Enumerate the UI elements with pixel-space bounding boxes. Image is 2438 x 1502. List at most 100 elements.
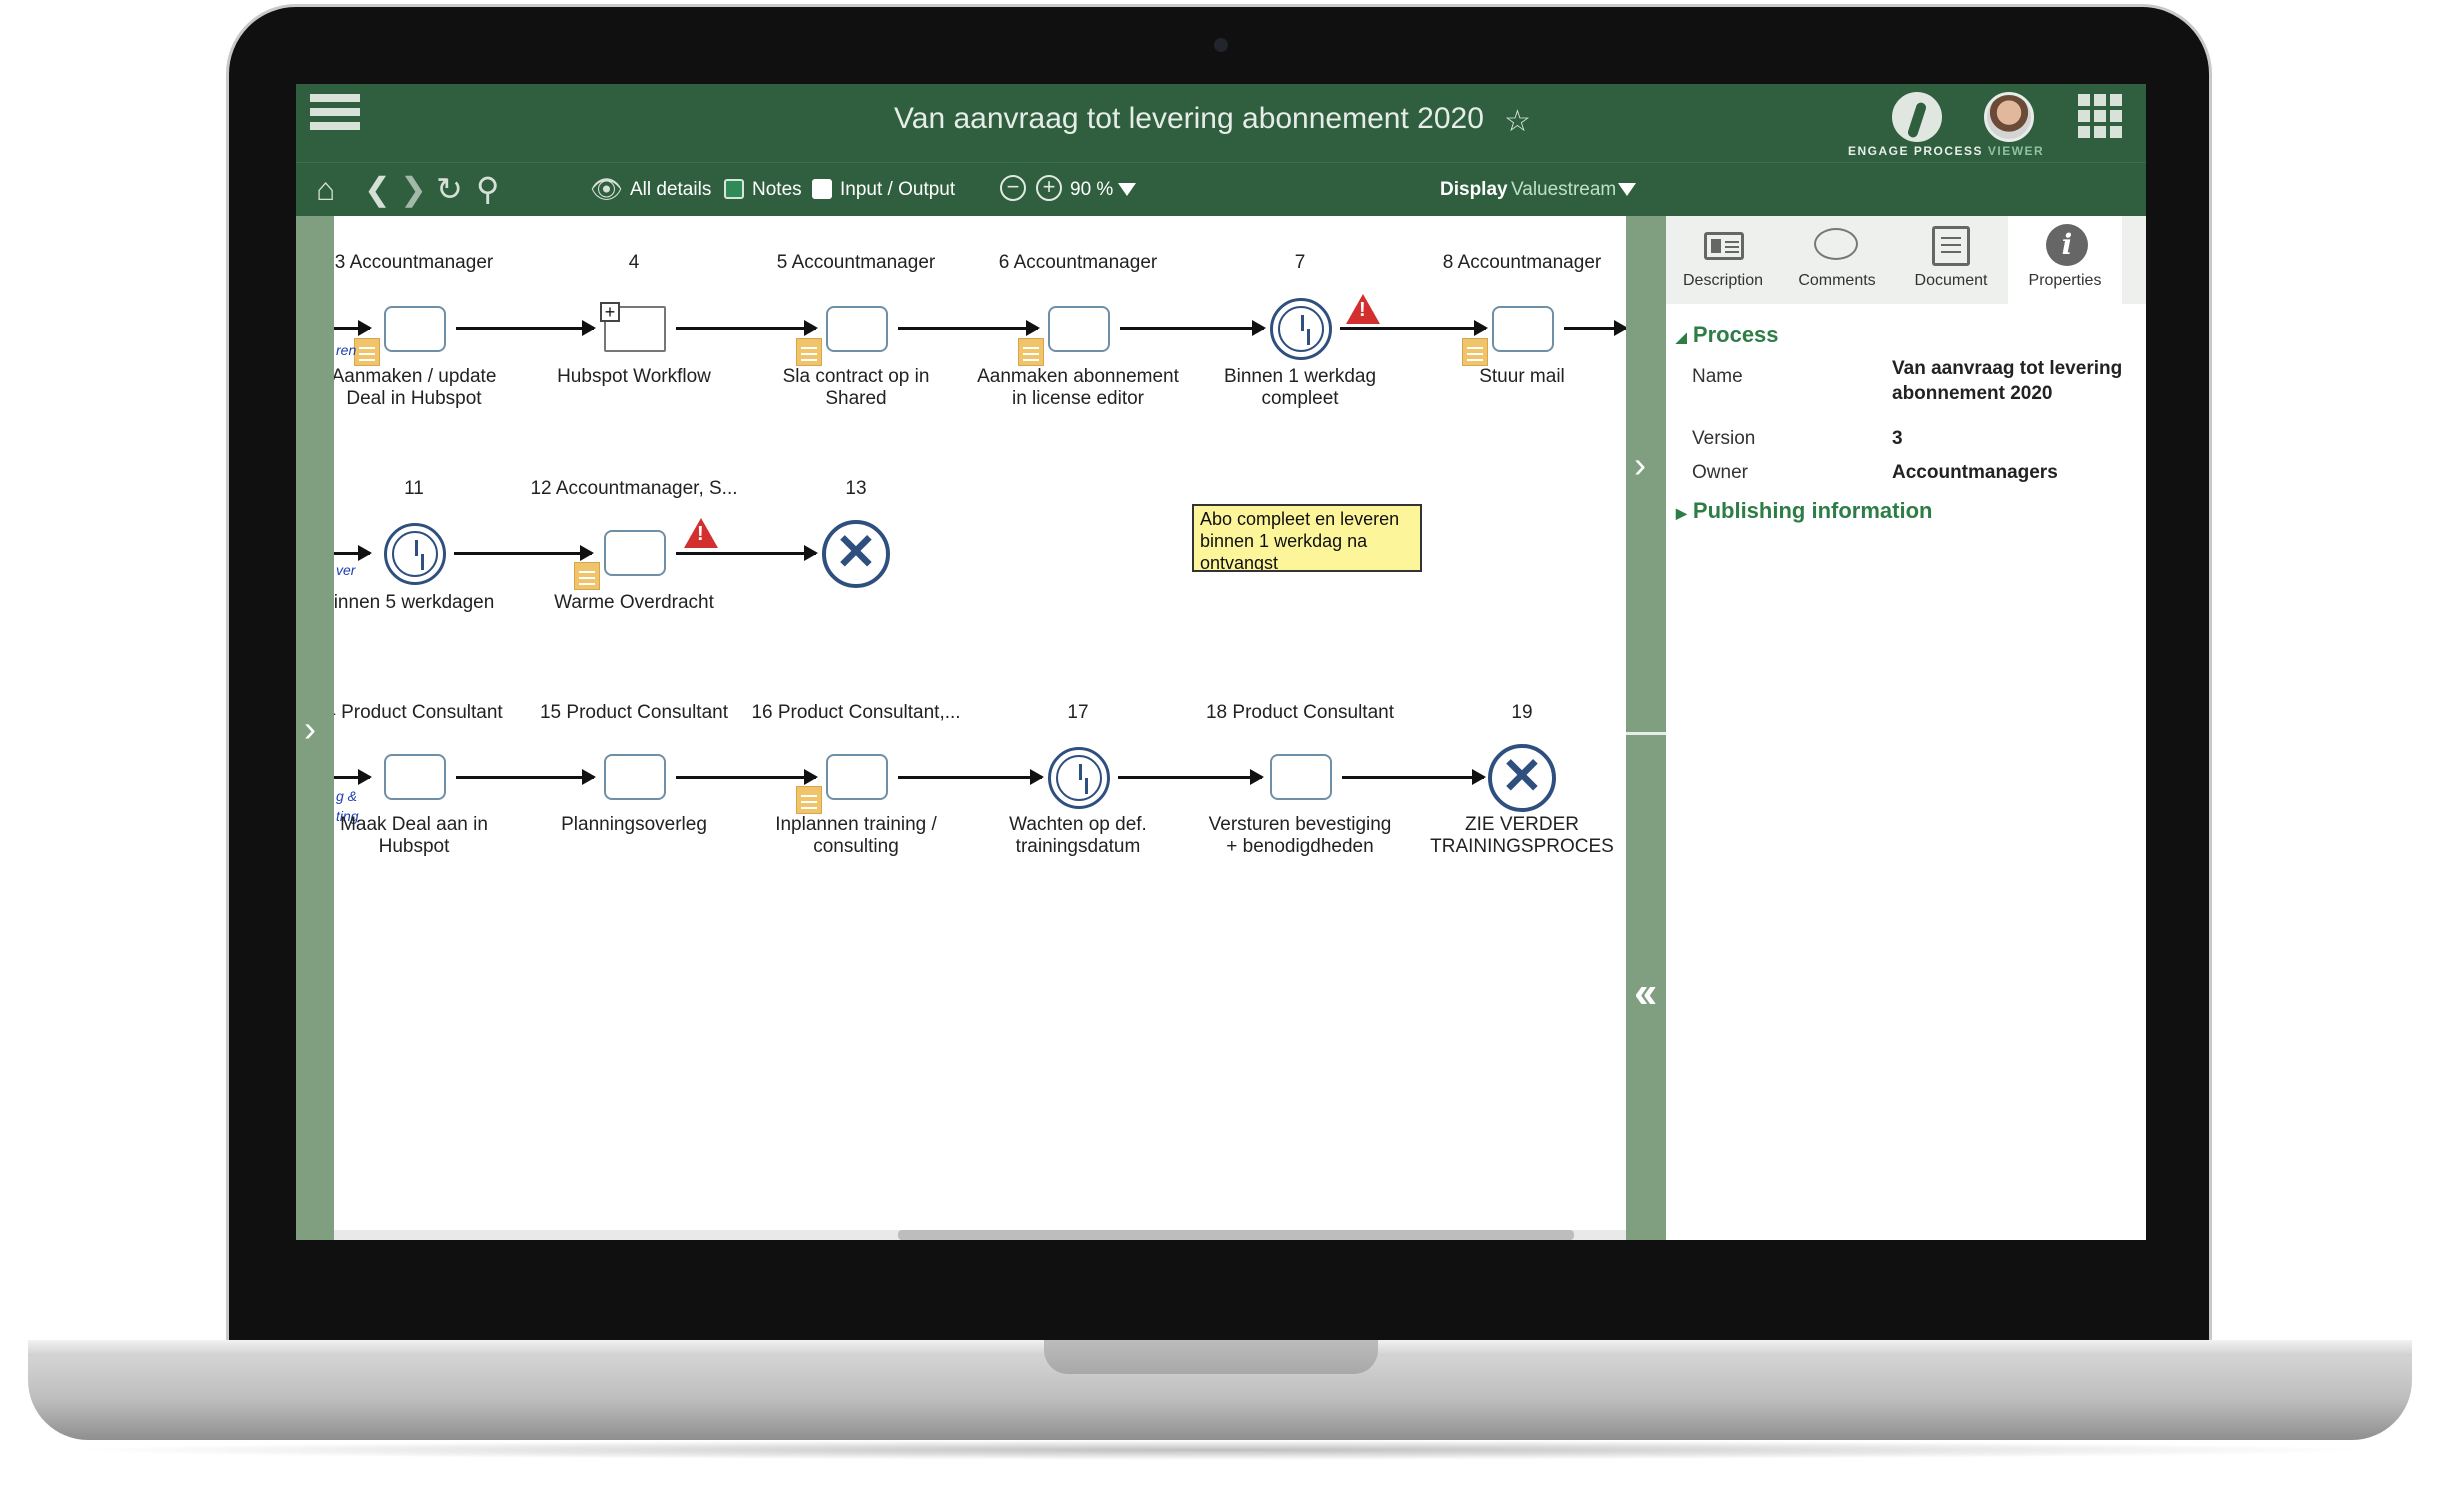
flow-arrow: [1340, 320, 1488, 336]
sticky-note[interactable]: Abo compleet en leveren binnen 1 werkdag…: [1192, 504, 1422, 572]
note-icon[interactable]: [354, 338, 380, 366]
task-name: Hubspot Workflow: [557, 366, 711, 387]
timer-event-icon[interactable]: [384, 523, 446, 585]
speech-bubble-icon: [1814, 228, 1858, 260]
expand-left-arrow-icon[interactable]: ›: [304, 708, 316, 750]
collapse-panel-icon[interactable]: ‹‹: [1634, 968, 1657, 1018]
end-event-icon[interactable]: ✕: [822, 520, 890, 588]
input-output-label[interactable]: Input / Output: [840, 179, 955, 201]
flow-arrow: [456, 320, 596, 336]
flow-arrow: [334, 320, 372, 336]
tab-label: Document: [1914, 272, 1988, 289]
eye-icon[interactable]: 👁: [590, 171, 623, 207]
display-select[interactable]: Valuestream: [1511, 179, 1616, 201]
step-header: 18 Product Consultant: [1205, 702, 1395, 723]
notes-label[interactable]: Notes: [752, 179, 802, 201]
search-icon[interactable]: ⚲: [476, 171, 499, 207]
panel-splitter[interactable]: [1626, 216, 1666, 1240]
panel-tabs: Description Comments Document i Properti…: [1666, 216, 2146, 304]
tab-description[interactable]: Description: [1666, 216, 1780, 304]
note-icon[interactable]: [796, 786, 822, 814]
expand-right-arrow-icon[interactable]: ›: [1634, 444, 1646, 486]
flow-arrow: [676, 320, 818, 336]
section-publishing[interactable]: ▶ Publishing information: [1676, 498, 1932, 524]
task-box[interactable]: [384, 754, 446, 800]
notes-checkbox[interactable]: [724, 179, 744, 199]
flow-arrow: [898, 769, 1044, 785]
version-value: 3: [1892, 428, 1903, 449]
timer-event-icon[interactable]: [1048, 747, 1110, 809]
note-icon[interactable]: [1462, 338, 1488, 366]
task-box[interactable]: [1270, 754, 1332, 800]
splitter-divider: [1626, 732, 1666, 735]
task-box[interactable]: [384, 306, 446, 352]
task-name: Inplannen training / consulting: [775, 814, 937, 857]
owner-label: Owner: [1692, 462, 1748, 483]
all-details-toggle[interactable]: All details: [630, 179, 711, 201]
home-icon[interactable]: ⌂: [316, 171, 335, 207]
back-arrow-icon[interactable]: ❮: [364, 171, 391, 207]
version-label: Version: [1692, 428, 1756, 449]
tab-document[interactable]: Document: [1894, 216, 2008, 304]
input-output-checkbox[interactable]: [812, 179, 832, 199]
task-box[interactable]: [1492, 306, 1554, 352]
end-event-name: ZIE VERDER TRAININGSPROCES: [1430, 814, 1614, 857]
timer-event-icon[interactable]: [1270, 298, 1332, 360]
side-fragment: ver: [336, 562, 356, 578]
task-name: Stuur mail: [1479, 366, 1565, 387]
tab-comments[interactable]: Comments: [1780, 216, 1894, 304]
tab-label: Properties: [2028, 272, 2102, 289]
task-box[interactable]: [604, 530, 666, 576]
task-box[interactable]: [826, 754, 888, 800]
zoom-dropdown-caret-icon[interactable]: [1118, 183, 1136, 196]
zoom-out-icon[interactable]: −: [1000, 175, 1026, 201]
tab-properties[interactable]: i Properties: [2008, 216, 2122, 304]
warning-icon[interactable]: [684, 518, 718, 548]
note-icon[interactable]: [796, 338, 822, 366]
note-icon[interactable]: [574, 562, 600, 590]
hamburger-menu-icon[interactable]: [310, 94, 360, 144]
event-name: Binnen 1 werkdag compleet: [1223, 366, 1377, 409]
note-icon[interactable]: [1018, 338, 1044, 366]
task-name: Aanmaken / update Deal in Hubspot: [334, 366, 497, 409]
step-header: 11: [404, 478, 424, 499]
task-name: Planningsoverleg: [561, 814, 707, 835]
name-label: Name: [1692, 366, 1743, 387]
scrollbar-thumb[interactable]: [898, 1230, 1574, 1240]
task-box[interactable]: [826, 306, 888, 352]
task-name: Warme Overdracht: [554, 592, 714, 613]
webcam: [1214, 38, 1228, 52]
task-name: Maak Deal aan in Hubspot: [340, 814, 488, 857]
task-box[interactable]: [604, 754, 666, 800]
step-header: 6 Accountmanager: [998, 252, 1158, 273]
zoom-in-icon[interactable]: +: [1036, 175, 1062, 201]
app-launcher-grid-icon[interactable]: [2078, 94, 2122, 138]
tab-label: Comments: [1798, 272, 1876, 289]
task-box[interactable]: [1048, 306, 1110, 352]
flow-arrow: [1342, 769, 1486, 785]
flow-arrow: [454, 545, 594, 561]
section-process[interactable]: ◢ Process: [1676, 322, 1779, 348]
end-event-icon[interactable]: ✕: [1488, 744, 1556, 812]
brand-name: ENGAGE PROCESS VIEWER: [1848, 144, 2045, 158]
side-fragment: ren: [336, 342, 357, 358]
flow-line: [1564, 320, 1626, 336]
step-header: 13: [845, 478, 867, 499]
step-header: 8 Accountmanager: [1442, 252, 1602, 273]
display-dropdown-caret-icon[interactable]: [1618, 183, 1636, 196]
step-header: 17: [1067, 702, 1089, 723]
favorite-star-icon[interactable]: ☆: [1504, 104, 1531, 139]
app-screen: Van aanvraag tot levering abonnement 202…: [296, 84, 2146, 1240]
flow-arrow: [676, 769, 818, 785]
process-canvas[interactable]: 3 Accountmanager 4 5 Accountmanager 6 Ac…: [334, 216, 1626, 1240]
task-name: Aanmaken abonnement in license editor: [977, 366, 1179, 409]
id-card-icon: [1704, 232, 1744, 260]
forward-arrow-icon[interactable]: ❯: [400, 171, 427, 207]
expand-subprocess-icon[interactable]: +: [600, 302, 620, 322]
refresh-icon[interactable]: ↻: [436, 171, 463, 207]
warning-icon[interactable]: [1346, 294, 1380, 324]
step-header: 3 Accountmanager: [334, 252, 494, 273]
zoom-level[interactable]: 90 %: [1070, 179, 1113, 201]
user-avatar[interactable]: [1984, 92, 2034, 142]
flow-arrow: [676, 545, 818, 561]
